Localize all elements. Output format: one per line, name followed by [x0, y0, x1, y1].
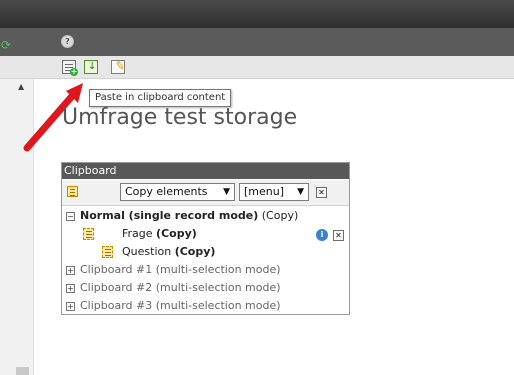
normal-pad-mode: (Copy) — [261, 209, 299, 222]
new-record-icon[interactable]: + — [62, 60, 78, 76]
clipboard-title: Clipboard — [62, 163, 349, 179]
clipboard-pad-label[interactable]: Clipboard #2 (multi-selection mode) — [80, 280, 281, 296]
clipboard-panel: Clipboard Copy elements ▼ [menu] ▼ ✕ − N… — [61, 162, 350, 315]
item-name[interactable]: Question — [122, 245, 171, 258]
copy-mode-select[interactable]: Copy elements ▼ — [120, 183, 235, 201]
clipboard-pad-label[interactable]: Clipboard #1 (multi-selection mode) — [80, 262, 281, 278]
item-mode: (Copy) — [156, 227, 197, 240]
info-icon[interactable]: i — [316, 229, 328, 241]
normal-pad-label[interactable]: Normal (single record mode) — [80, 209, 258, 222]
item-mode: (Copy) — [174, 245, 216, 258]
menu-value: [menu] — [244, 185, 285, 198]
collapse-icon[interactable]: − — [66, 212, 75, 221]
expand-icon[interactable]: + — [66, 302, 75, 311]
expand-icon[interactable]: + — [66, 266, 75, 275]
clear-clipboard-icon[interactable]: ✕ — [316, 187, 327, 198]
scrollbar-thumb[interactable] — [16, 367, 29, 375]
item-name[interactable]: Frage — [122, 227, 153, 240]
expand-icon[interactable]: + — [66, 284, 75, 293]
record-icon — [83, 228, 94, 240]
copy-mode-value: Copy elements — [125, 185, 208, 198]
remove-item-icon[interactable]: ✕ — [333, 230, 344, 241]
menu-select[interactable]: [menu] ▼ — [239, 183, 309, 201]
secondary-header-bar — [0, 28, 514, 56]
clipboard-controls: Copy elements ▼ [menu] ▼ — [62, 180, 349, 206]
document-toolbar — [0, 56, 514, 79]
chevron-down-icon: ▼ — [297, 187, 304, 197]
record-icon — [102, 246, 113, 258]
chevron-down-icon: ▼ — [223, 187, 230, 197]
edit-icon[interactable]: ✎ — [111, 58, 126, 74]
top-header-bar — [0, 0, 514, 28]
help-icon[interactable]: ? — [61, 35, 74, 48]
clipboard-list-icon[interactable] — [67, 186, 78, 197]
paste-clipboard-icon[interactable]: ↓ — [84, 60, 98, 74]
clipboard-pad-label[interactable]: Clipboard #3 (multi-selection mode) — [80, 298, 281, 314]
refresh-icon[interactable]: ⟳ — [1, 38, 13, 52]
page-title: Umfrage test storage — [62, 105, 298, 130]
